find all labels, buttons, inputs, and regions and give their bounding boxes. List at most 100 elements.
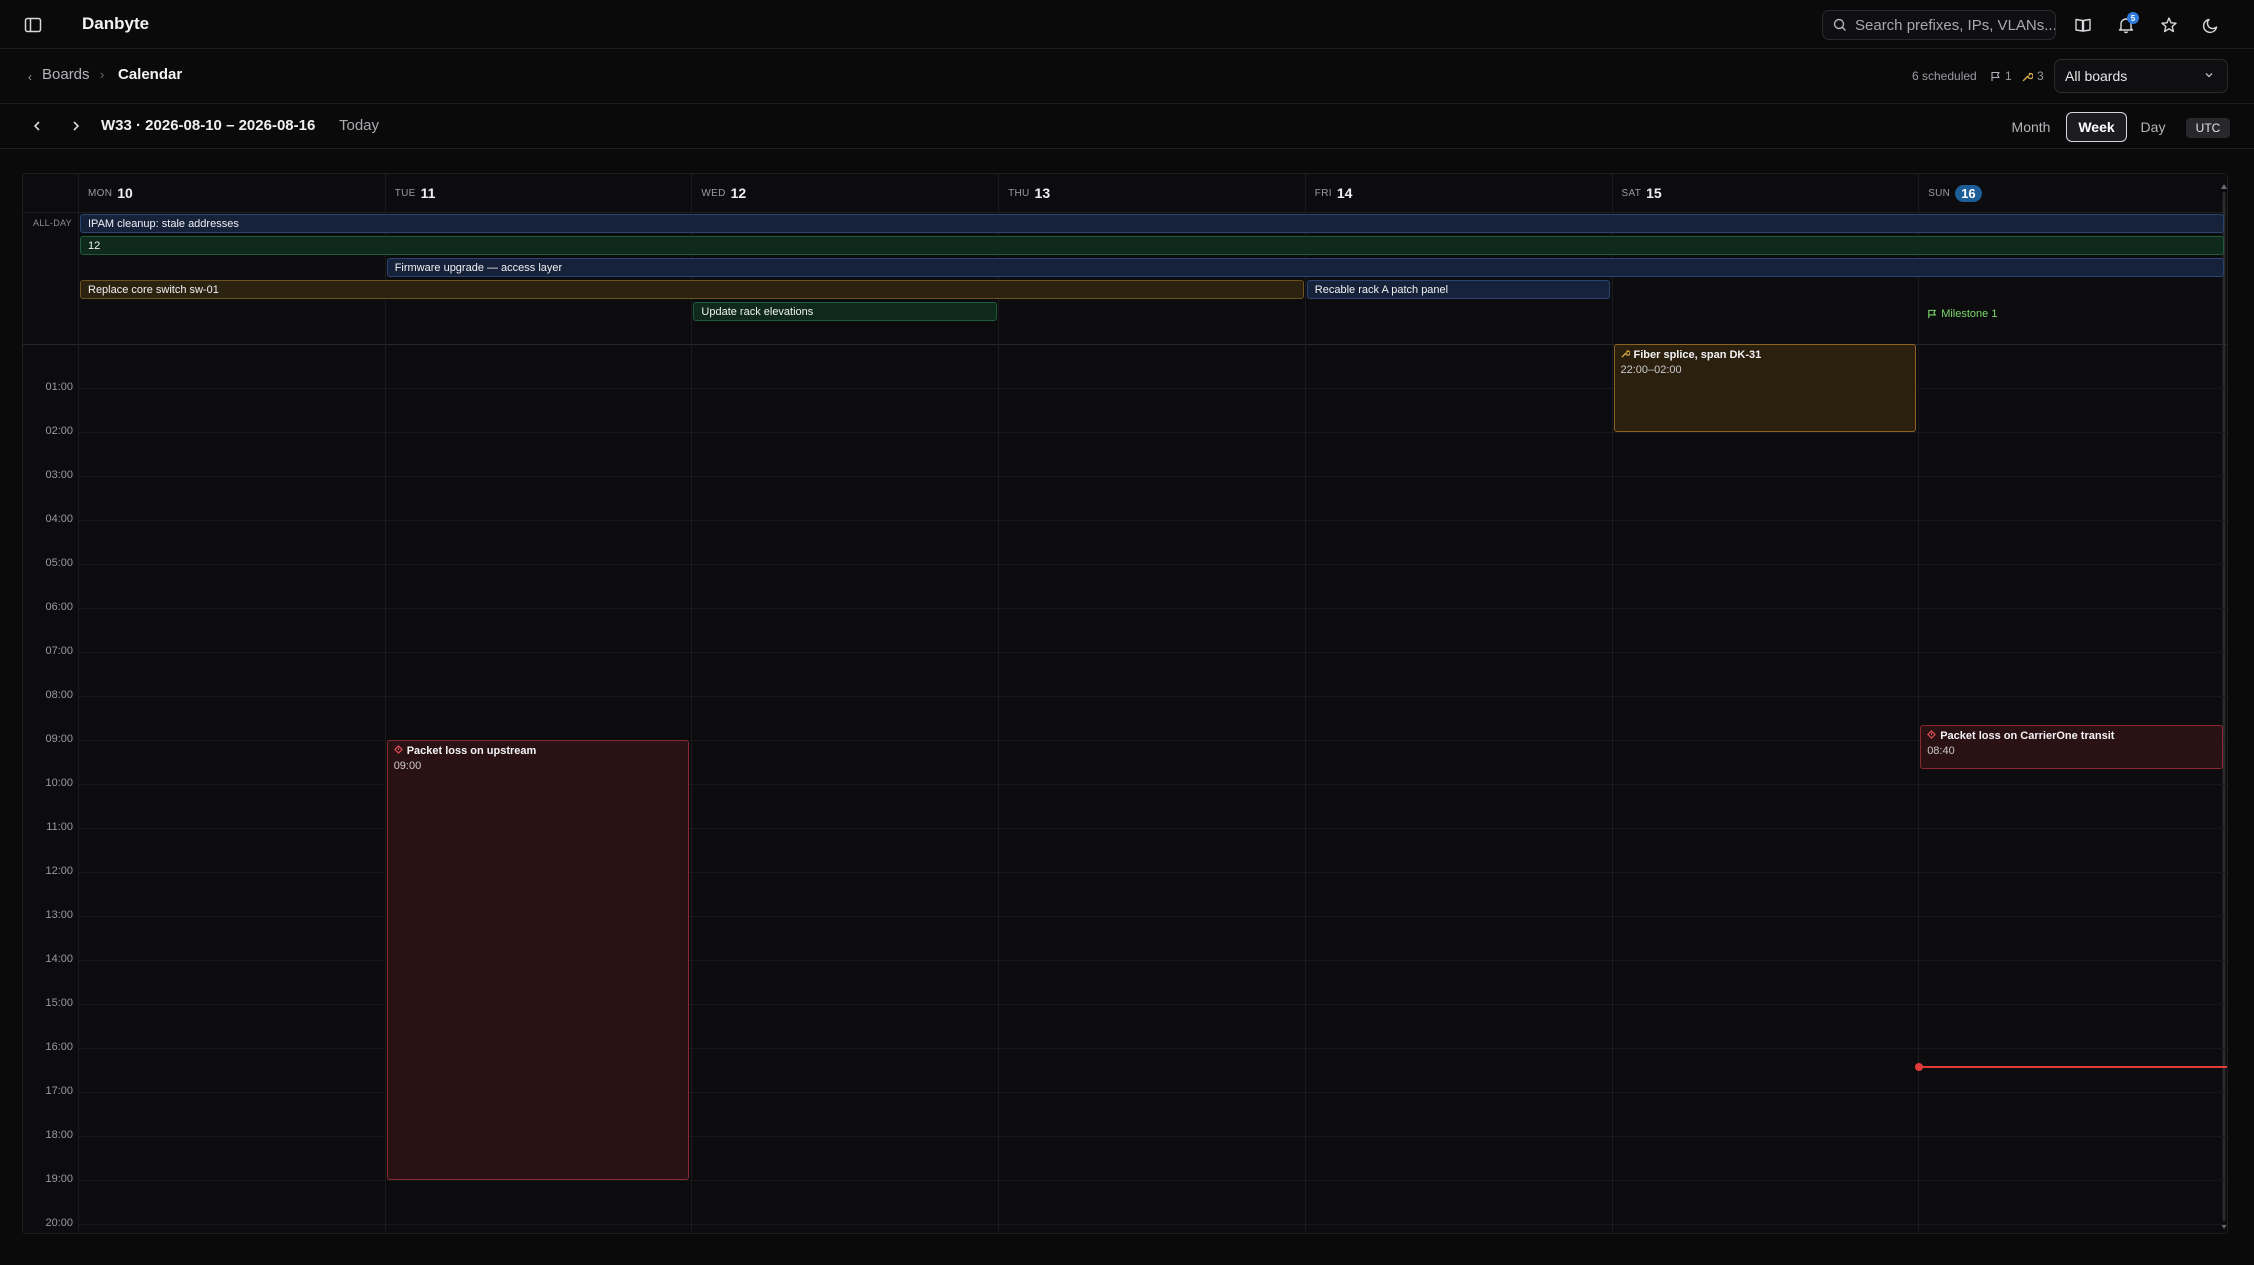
week-range-title: W33 · 2026-08-10 – 2026-08-16 (101, 117, 316, 134)
hour-label: 19:00 (45, 1173, 73, 1185)
day-number: 10 (117, 185, 133, 201)
star-icon[interactable] (2157, 13, 2181, 37)
maintenance-count: 3 (2022, 69, 2044, 83)
hour-label: 20:00 (45, 1217, 73, 1229)
search-icon (1833, 18, 1847, 32)
day-header-sat[interactable]: SAT 15 (1613, 174, 1920, 212)
milestone-count: 1 (1990, 69, 2012, 83)
sidebar-toggle-icon[interactable] (22, 14, 44, 36)
breadcrumb: ‹ Boards › Calendar 6 scheduled 1 3 All … (0, 49, 2254, 104)
event-time: 22:00–02:00 (1620, 364, 1682, 376)
previous-week-icon[interactable] (27, 116, 47, 136)
hour-label: 11:00 (46, 821, 73, 833)
book-icon[interactable] (2071, 13, 2095, 37)
day-header-fri[interactable]: FRI 14 (1306, 174, 1613, 212)
app-root: Danbyte Search prefixes, IPs, VLANs... 5… (0, 0, 2254, 1265)
board-filter-value: All boards (2065, 68, 2128, 84)
search-placeholder: Search prefixes, IPs, VLANs... (1855, 16, 2055, 34)
milestone-count-value: 1 (2005, 69, 2012, 83)
hour-label: 16:00 (45, 1041, 73, 1053)
day-column-divider (1304, 174, 1306, 1233)
allday-event[interactable]: IPAM cleanup: stale addresses (80, 214, 2224, 233)
search-input[interactable]: Search prefixes, IPs, VLANs... (1822, 10, 2056, 40)
calendar-toolbar: W33 · 2026-08-10 – 2026-08-16 Today Mont… (0, 104, 2254, 149)
milestone-label: Milestone 1 (1941, 308, 1998, 320)
event-time: 08:40 (1927, 745, 1955, 758)
hour-label: 10:00 (45, 777, 73, 789)
day-column-divider (78, 174, 79, 1233)
timed-event[interactable]: Packet loss on upstream 09:00 (386, 740, 690, 1180)
wrench-icon (1621, 349, 1631, 361)
hour-label: 06:00 (45, 601, 73, 613)
week-calendar-grid: ALL-DAY MON 10 TUE 11 WED 12 THU 13 FRI 14 SAT 15 SU… (22, 173, 2228, 1234)
day-number: 12 (730, 185, 747, 201)
next-week-icon[interactable] (66, 116, 86, 136)
hour-label: 18:00 (45, 1129, 73, 1141)
day-header-mon[interactable]: MON 10 (79, 174, 386, 212)
alert-icon (393, 745, 403, 757)
breadcrumb-separator: › (100, 67, 105, 82)
event-title: Fiber splice, span DK-31 (1621, 349, 1910, 361)
header-divider (23, 212, 2227, 213)
allday-event[interactable]: Replace core switch sw-01 (80, 280, 1304, 299)
allday-label: ALL-DAY (33, 218, 72, 228)
allday-event[interactable]: Firmware upgrade — access layer (386, 258, 2224, 277)
page-title: Calendar (118, 66, 183, 83)
day-number: 14 (1336, 185, 1353, 201)
view-day-button[interactable]: Day (2133, 112, 2173, 142)
day-column-divider (384, 174, 386, 1233)
view-month-button[interactable]: Month (2002, 112, 2060, 142)
day-number: 11 (420, 185, 436, 201)
back-chevron-icon[interactable]: ‹ (28, 70, 32, 84)
allday-event[interactable]: 12 (80, 236, 2224, 255)
hour-label: 08:00 (45, 689, 73, 701)
day-of-week-label: SUN (1928, 187, 1951, 199)
view-week-button[interactable]: Week (2066, 112, 2127, 142)
alert-icon (1927, 730, 1937, 742)
day-header-tue[interactable]: TUE 11 (386, 174, 693, 212)
hour-gridline (79, 476, 2227, 477)
event-title-text: Fiber splice, span DK-31 (1633, 349, 1762, 361)
hour-label: 09:00 (45, 733, 73, 745)
hour-gridline (79, 1180, 2227, 1181)
timed-event[interactable]: Fiber splice, span DK-31 22:00–02:00 (1613, 344, 1917, 432)
hour-label: 03:00 (45, 469, 73, 481)
event-title-text: Packet loss on upstream (406, 745, 537, 757)
today-date-badge: 16 (1955, 184, 1982, 202)
scheduled-count: 6 scheduled (1912, 69, 1977, 83)
timezone-toggle[interactable]: UTC (2186, 118, 2230, 138)
hour-gridline (79, 564, 2227, 565)
day-column-divider (998, 174, 1000, 1233)
event-time: 09:00 (393, 760, 422, 772)
day-header-thu[interactable]: THU 13 (999, 174, 1306, 212)
today-button[interactable]: Today (339, 117, 379, 134)
hour-label: 13:00 (45, 909, 73, 921)
flag-icon (1990, 71, 2001, 82)
hour-label: 07:00 (45, 645, 73, 657)
allday-event[interactable]: Recable rack A patch panel (1306, 280, 1611, 299)
hour-label: 12:00 (45, 865, 73, 877)
day-header-sun[interactable]: SUN 16 (1919, 174, 2226, 212)
day-header-wed[interactable]: WED 12 (692, 174, 999, 212)
chevron-down-icon (2203, 69, 2215, 81)
day-of-week-label: THU (1008, 187, 1030, 199)
hour-gridline (79, 1224, 2227, 1225)
day-column-divider (1918, 174, 1920, 1233)
maintenance-count-value: 3 (2037, 69, 2044, 83)
day-of-week-label: MON (88, 187, 113, 199)
day-of-week-label: FRI (1314, 187, 1332, 199)
allday-event[interactable]: Update rack elevations (693, 302, 998, 321)
hour-gridline (79, 432, 2227, 433)
timed-event[interactable]: Packet loss on CarrierOne transit 08:40 (1920, 725, 2223, 770)
breadcrumb-boards-link[interactable]: Boards (42, 66, 90, 83)
app-title: Danbyte (82, 14, 150, 33)
day-of-week-label: SAT (1621, 187, 1642, 199)
milestone-marker[interactable]: Milestone 1 (1927, 308, 1997, 320)
event-title-text: Packet loss on CarrierOne transit (1940, 730, 2115, 743)
flag-icon (1928, 309, 1937, 319)
scrollbar[interactable] (2221, 184, 2227, 1229)
moon-icon[interactable] (2199, 13, 2223, 37)
day-number: 13 (1034, 185, 1051, 201)
top-bar: Danbyte Search prefixes, IPs, VLANs... 5 (0, 0, 2254, 49)
board-filter-select[interactable]: All boards (2054, 59, 2228, 93)
